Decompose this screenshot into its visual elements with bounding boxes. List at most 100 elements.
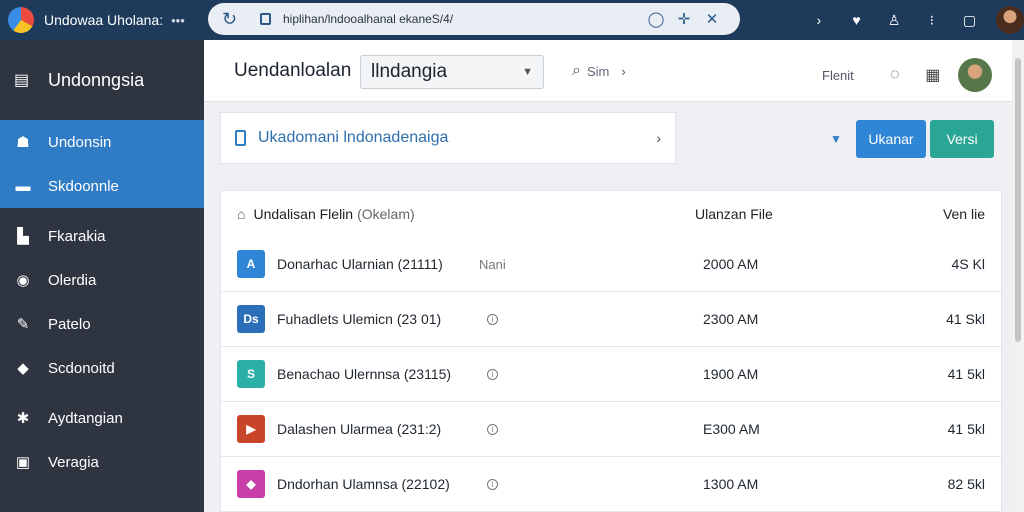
clock-icon: ◉ [16, 272, 30, 289]
chevron-right-icon[interactable]: › [800, 12, 838, 28]
file-name: Dndorhan Ulamnsa (22102) [277, 476, 450, 492]
table-row[interactable]: ▶ Dalashen Ularmea (231:2) i E300 AM 41 … [221, 402, 1001, 457]
document-icon [235, 130, 246, 146]
file-size: 82 5kl [947, 476, 985, 492]
file-name: Donarhac Ularnian (21111) [277, 256, 443, 272]
search-label: Sim [586, 63, 610, 79]
search-control[interactable]: ⌕ Sim › [572, 62, 626, 80]
info-icon[interactable]: i [487, 478, 498, 490]
sidebar-item-label: Skdoonnle [48, 177, 119, 195]
file-time: 2000 AM [703, 256, 759, 272]
sidebar-item-fkarakia[interactable]: ▙ Fkarakia [0, 214, 204, 258]
sidebar-item-skdoonnle[interactable]: ▬ Skdoonnle [0, 164, 212, 208]
table-row[interactable]: A Donarhac Ularnian (21111) Nani 2000 AM… [221, 237, 1001, 292]
info-icon[interactable]: i [487, 368, 498, 380]
file-name: Benachao Ulernnsa (23115) [277, 366, 452, 382]
sidebar-item-aydtangian[interactable]: ✱ Aydtangian [0, 396, 204, 440]
file-table: ⌂ Undalisan Flelin (Okelam) Ulanzan File… [220, 190, 1002, 512]
file-time: E300 AM [703, 421, 760, 437]
version-button[interactable]: Versi [930, 120, 994, 158]
file-icon: ◆ [237, 470, 265, 498]
file-name: Dalashen Ularmea (231:2) [277, 421, 442, 437]
bag-icon: ▙ [17, 228, 29, 245]
sidebar-item-scdonoitd[interactable]: ◆ Scdonoitd [0, 346, 204, 390]
person-icon[interactable]: ♙ [875, 12, 913, 29]
list-icon: ▬ [15, 177, 31, 195]
sidebar-brand-label: Undonngsia [48, 69, 145, 90]
sidebar-brand[interactable]: ▤ Undonngsia [0, 40, 204, 120]
chevron-right-icon[interactable]: › [621, 64, 625, 79]
file-time: 2300 AM [703, 311, 759, 327]
sidebar-item-olerdia[interactable]: ◉ Olerdia [0, 258, 204, 302]
file-size: 4S Kl [951, 256, 985, 272]
sidebar-item-patelo[interactable]: ✎ Patelo [0, 302, 204, 346]
info-icon[interactable]: i [487, 313, 498, 325]
file-time: 1300 AM [703, 476, 759, 492]
shield-icon[interactable]: ◯ [642, 10, 670, 28]
sidebar-item-label: Aydtangian [48, 409, 123, 427]
select-value: llndangia [371, 61, 448, 82]
sidebar-item-label: Scdonoitd [48, 359, 115, 377]
table-row[interactable]: ◆ Dndorhan Ulamnsa (22102) i 1300 AM 82 … [221, 457, 1001, 512]
column-name[interactable]: ⌂ Undalisan Flelin (Okelam) [237, 206, 415, 222]
document-bar[interactable]: Ukadomani lndonadenaiga › [220, 112, 676, 164]
address-bar[interactable]: ↻ hiplihan/lndooalhanal ekaneS/4/ ◯ ✛ ✕ [208, 3, 740, 35]
file-name: Fuhadlets Ulemicn (23 01) [277, 311, 442, 327]
browser-chrome: Undowaa Uholana: ••• ↻ hiplihan/lndooalh… [0, 0, 1024, 40]
user-avatar[interactable] [957, 58, 992, 92]
topbar-right: Flenit ◌ ▦ [822, 58, 992, 92]
book-icon: ▤ [14, 72, 30, 89]
file-size: 41 Skl [946, 311, 985, 327]
table-row[interactable]: Ds Fuhadlets Ulemicn (23 01) i 2300 AM 4… [221, 292, 1001, 347]
app-logo-icon [8, 7, 34, 33]
sidebar-item-label: Veragia [48, 453, 99, 471]
info-icon[interactable]: i [487, 423, 498, 435]
sidebar-item-veragia[interactable]: ▣ Veragia [0, 440, 204, 484]
heart-shield-icon[interactable]: ♥ [838, 12, 876, 28]
file-icon: Ds [237, 305, 265, 333]
column-time[interactable]: Ulanzan File [695, 206, 773, 222]
topbar: Uendanloalan llndangia ▼ ⌕ Sim › Flenit … [204, 40, 1024, 102]
gear-icon: ✱ [16, 410, 30, 427]
primary-button[interactable]: Ukanar [856, 120, 926, 158]
file-tag: Nani [479, 256, 506, 272]
page-title: Uendanloalan [234, 60, 352, 81]
file-icon: A [237, 250, 265, 278]
sidebar-item-label: Olerdia [48, 271, 97, 289]
folder-icon: ⌂ [237, 206, 246, 222]
window-icon: ▣ [15, 454, 31, 471]
lock-icon [260, 13, 271, 25]
chat-icon: ◆ [17, 360, 29, 377]
topbar-link[interactable]: Flenit [822, 68, 854, 83]
sidebar-item-label: Undonsin [48, 133, 112, 151]
file-time: 1900 AM [703, 366, 759, 382]
browser-tab[interactable]: Undowaa Uholana: ••• [8, 6, 200, 34]
chevron-right-icon[interactable]: › [656, 130, 661, 146]
calendar-icon[interactable]: ▦ [914, 65, 952, 85]
column-size[interactable]: Ven lie [943, 206, 985, 222]
cross-star-icon[interactable]: ✛ [670, 10, 698, 28]
scrollbar-thumb[interactable] [1015, 58, 1021, 342]
sidebar: ▤ Undonngsia ☗ Undonsin ▬ Skdoonnle ▙ Fk… [0, 40, 212, 512]
reload-icon[interactable]: ↻ [222, 9, 242, 30]
column-name-sub: (Okelam) [357, 206, 415, 222]
chevron-down-icon[interactable]: ▼ [830, 132, 842, 146]
close-icon[interactable]: ✕ [698, 10, 726, 28]
person-icon: ☗ [16, 134, 30, 151]
browser-avatar[interactable] [996, 6, 1024, 34]
search-icon: ⌕ [572, 62, 581, 79]
more-dots-icon[interactable]: ⁝ [913, 12, 951, 29]
table-header: ⌂ Undalisan Flelin (Okelam) Ulanzan File… [221, 191, 1001, 237]
pen-icon: ✎ [16, 316, 30, 333]
chat-bubble-icon[interactable]: ◌ [876, 66, 914, 84]
url-text[interactable]: hiplihan/lndooalhanal ekaneS/4/ [283, 12, 642, 26]
browser-toolbar-right: › ♥ ♙ ⁝ ▢ [800, 4, 1024, 36]
language-select[interactable]: llndangia ▼ [360, 55, 544, 89]
sidebar-item-undonsin[interactable]: ☗ Undonsin [0, 120, 204, 164]
file-size: 41 5kl [947, 421, 985, 437]
square-icon[interactable]: ▢ [951, 12, 989, 29]
file-icon: S [237, 360, 265, 388]
table-row[interactable]: S Benachao Ulernnsa (23115) i 1900 AM 41… [221, 347, 1001, 402]
more-dots-icon[interactable]: ••• [171, 13, 185, 28]
page-scrollbar[interactable] [1012, 40, 1024, 512]
